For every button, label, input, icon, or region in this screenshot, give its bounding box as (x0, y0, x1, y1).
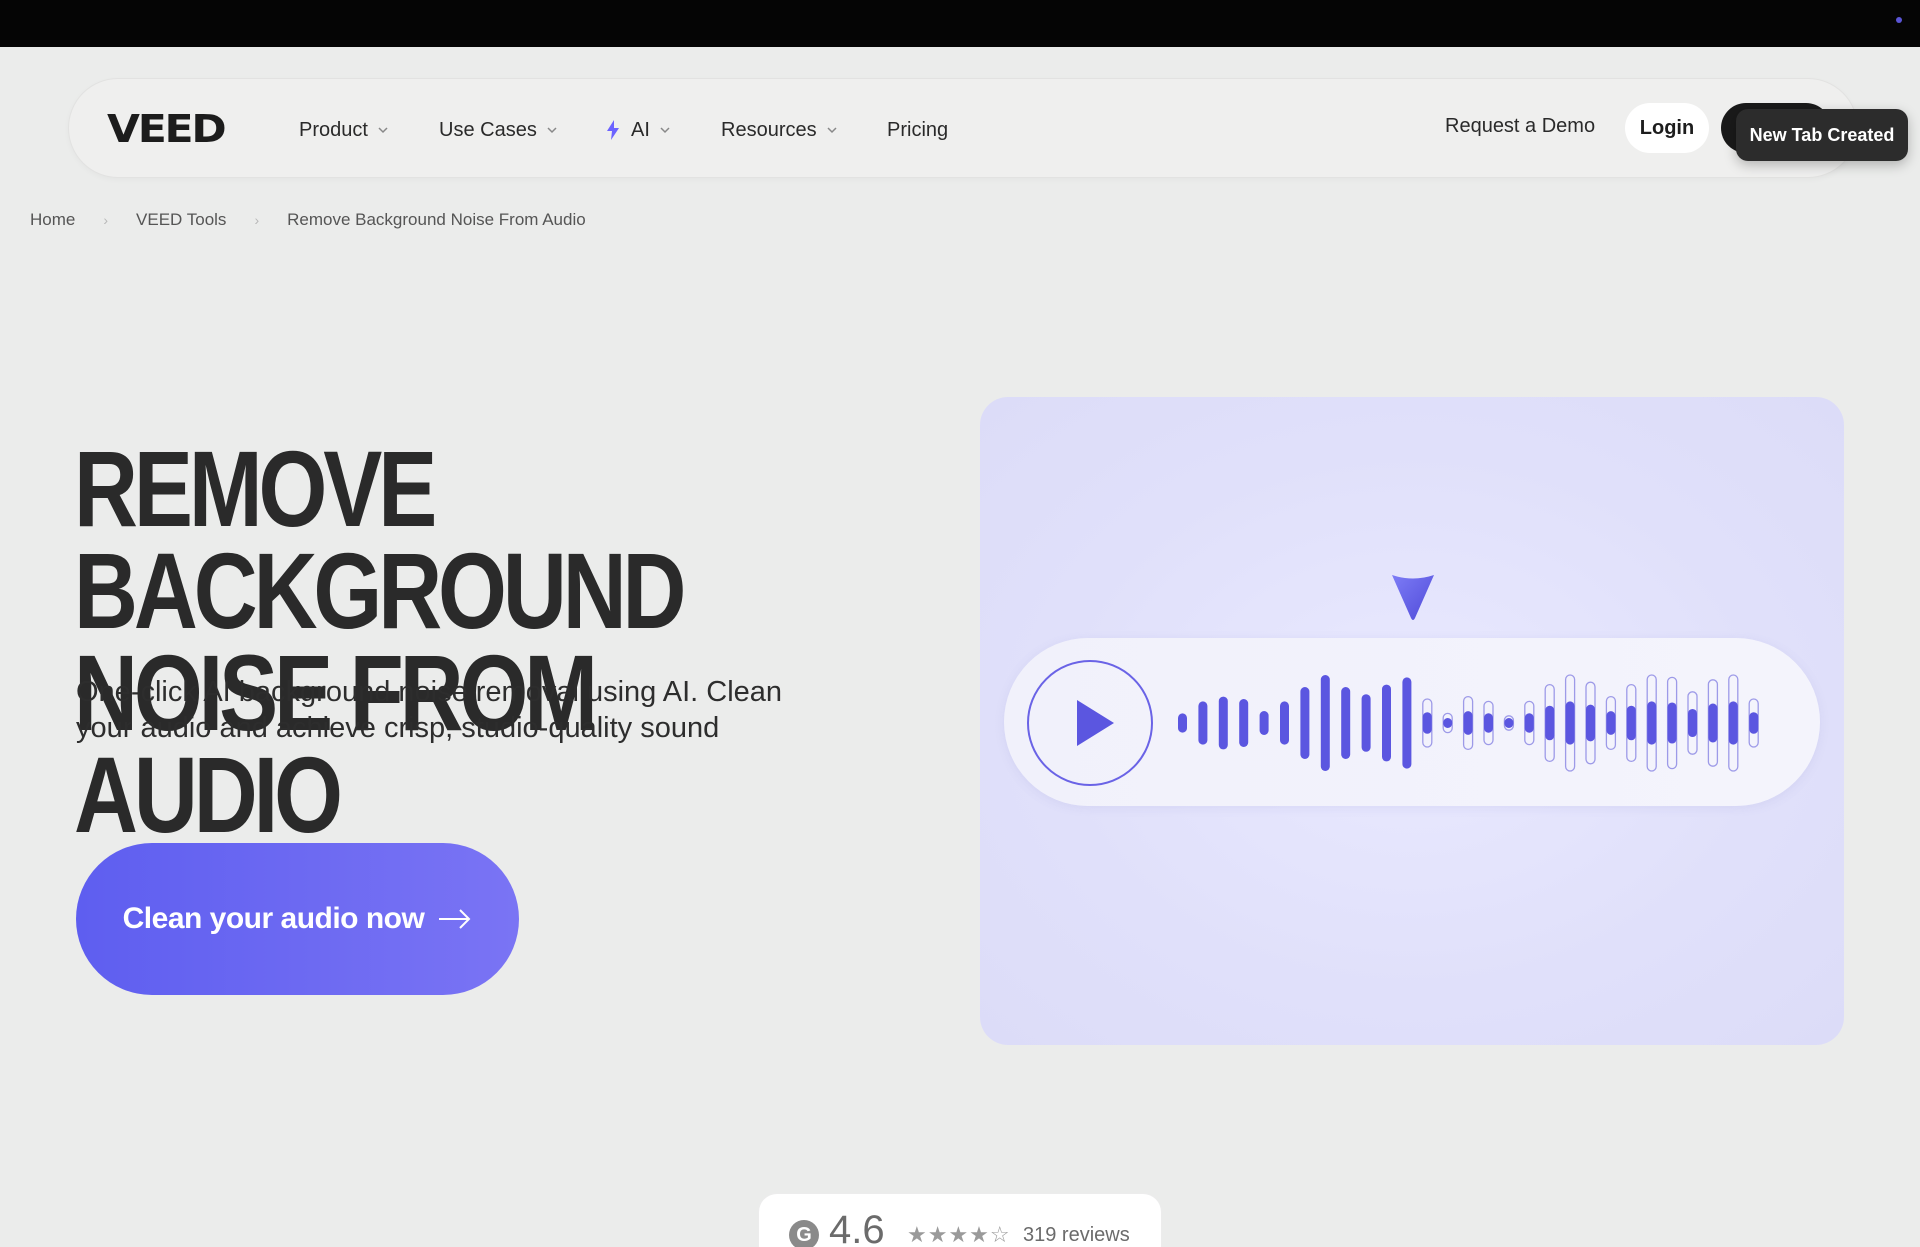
waveform-bar (1402, 677, 1412, 769)
breadcrumb-home[interactable]: Home (30, 210, 75, 230)
waveform-bar-level (1422, 712, 1432, 734)
rating-badge: G 4.6 ★★★★☆ 319 reviews (759, 1194, 1161, 1247)
breadcrumb-current: Remove Background Noise From Audio (287, 210, 586, 229)
chevron-down-icon (660, 127, 670, 134)
g2-logo-icon: G (789, 1220, 819, 1247)
arrow-right-icon (439, 909, 471, 929)
waveform-bar-level (1647, 701, 1657, 745)
waveform-bar-level (1749, 712, 1759, 734)
waveform-bar-level (1463, 711, 1473, 735)
nav-item-use-cases[interactable]: Use Cases (439, 115, 557, 145)
chevron-down-icon (547, 127, 557, 134)
request-demo-link[interactable]: Request a Demo (1445, 115, 1595, 138)
status-dot-icon (1896, 17, 1902, 23)
waveform-bar-level (1545, 705, 1555, 741)
waveform-bar (1178, 713, 1187, 733)
page-title: REMOVE BACKGROUND NOISE FROM AUDIO (74, 435, 812, 849)
rating-stars-icon: ★★★★☆ (907, 1222, 1011, 1247)
play-icon (1077, 700, 1114, 746)
waveform-bar (1361, 694, 1371, 752)
review-count[interactable]: 319 reviews (1023, 1224, 1130, 1247)
waveform-bar-level (1586, 704, 1595, 742)
waveform-bar-level (1688, 708, 1697, 738)
nav-item-label: AI (631, 118, 650, 141)
breadcrumb-veed-tools[interactable]: VEED Tools (136, 210, 226, 230)
waveform-bar (1218, 696, 1228, 750)
waveform-bar-level (1524, 713, 1534, 733)
waveform-bar (1382, 684, 1391, 762)
main-navbar: VEED Product Use Cases AI Resources Pric… (68, 78, 1858, 178)
waveform-bar (1300, 687, 1310, 759)
waveform-bar-level (1667, 702, 1677, 744)
waveform-bar-level (1565, 701, 1575, 745)
waveform-bar-level (1708, 703, 1718, 743)
clean-audio-cta-button[interactable]: Clean your audio now (76, 843, 519, 995)
cta-label: Clean your audio now (122, 902, 425, 935)
waveform-bar-level (1443, 718, 1453, 728)
nav-item-pricing[interactable]: Pricing (887, 115, 948, 145)
browser-top-bar (0, 0, 1920, 47)
nav-item-label: Product (299, 118, 368, 141)
waveform-bar-level (1728, 701, 1738, 745)
veed-logo[interactable]: VEED (107, 107, 227, 151)
new-tab-toast: New Tab Created (1736, 109, 1908, 161)
rating-score: 4.6 (829, 1208, 885, 1247)
chevron-down-icon (378, 127, 388, 134)
chevron-down-icon (827, 127, 837, 134)
waveform-bar (1198, 701, 1208, 745)
hero-subtitle: One-click AI background noise removal us… (76, 676, 783, 744)
audio-waveform (1178, 674, 1759, 772)
title-line-1: REMOVE BACKGROUND (74, 428, 687, 651)
waveform-bar (1320, 675, 1330, 771)
breadcrumb: Home › VEED Tools › Remove Background No… (30, 210, 586, 230)
waveform-bar-level (1484, 713, 1493, 733)
waveform-bar-level (1626, 705, 1636, 741)
waveform-bar-level (1606, 711, 1616, 735)
playhead-marker-icon (1392, 575, 1434, 620)
waveform-bar (1259, 711, 1269, 735)
nav-item-label: Resources (721, 118, 817, 141)
nav-item-label: Pricing (887, 118, 949, 141)
chevron-right-icon: › (254, 212, 260, 228)
waveform-bar (1280, 701, 1289, 745)
play-button[interactable] (1027, 660, 1153, 786)
waveform-bar (1341, 687, 1351, 759)
nav-item-resources[interactable]: Resources (721, 115, 837, 145)
waveform-bar (1239, 699, 1249, 747)
waveform-bar-level (1504, 718, 1514, 728)
nav-item-label: Use Cases (439, 118, 537, 141)
nav-item-ai[interactable]: AI (605, 115, 670, 145)
chevron-right-icon: › (103, 212, 109, 228)
login-button[interactable]: Login (1625, 103, 1709, 153)
nav-item-product[interactable]: Product (299, 115, 388, 145)
lightning-icon (607, 120, 619, 140)
